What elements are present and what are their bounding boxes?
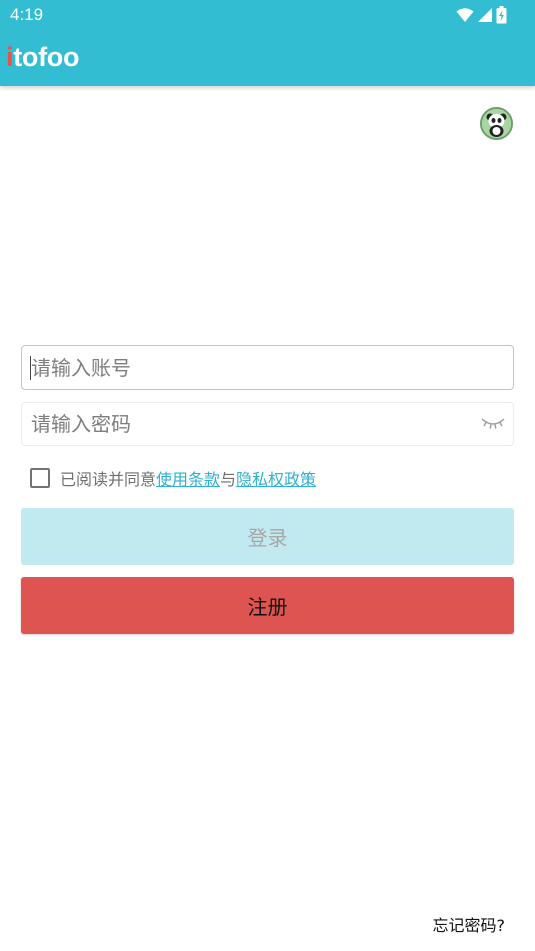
app-bar: 4:19 i tofoo bbox=[0, 0, 535, 86]
password-field[interactable] bbox=[21, 402, 514, 446]
password-input[interactable] bbox=[22, 403, 513, 445]
panda-avatar-icon[interactable] bbox=[480, 107, 513, 140]
agreement-prefix: 已阅读并同意 bbox=[60, 470, 157, 489]
battery-charging-icon bbox=[496, 6, 507, 24]
agreement-conjunction: 与 bbox=[220, 470, 237, 489]
account-input[interactable] bbox=[22, 346, 513, 389]
eye-closed-icon[interactable] bbox=[481, 416, 505, 430]
signal-icon bbox=[478, 8, 492, 22]
login-button[interactable]: 登录 bbox=[21, 508, 514, 565]
privacy-policy-link[interactable]: 隐私权政策 bbox=[236, 470, 316, 489]
agreement-text: 已阅读并同意使用条款与隐私权政策 bbox=[60, 466, 316, 490]
text-cursor bbox=[30, 356, 31, 380]
wifi-icon bbox=[456, 8, 474, 22]
status-icons bbox=[456, 6, 507, 24]
logo-first-letter: i bbox=[6, 42, 14, 72]
account-field[interactable] bbox=[21, 345, 514, 390]
register-button[interactable]: 注册 bbox=[21, 577, 514, 634]
logo-rest: tofoo bbox=[13, 42, 80, 72]
app-logo: i tofoo bbox=[6, 42, 79, 73]
status-time: 4:19 bbox=[10, 5, 44, 24]
agreement-checkbox[interactable] bbox=[30, 468, 50, 488]
agreement-row: 已阅读并同意使用条款与隐私权政策 bbox=[30, 466, 316, 490]
terms-link[interactable]: 使用条款 bbox=[156, 470, 220, 489]
forgot-password-link[interactable]: 忘记密码? bbox=[433, 912, 506, 936]
